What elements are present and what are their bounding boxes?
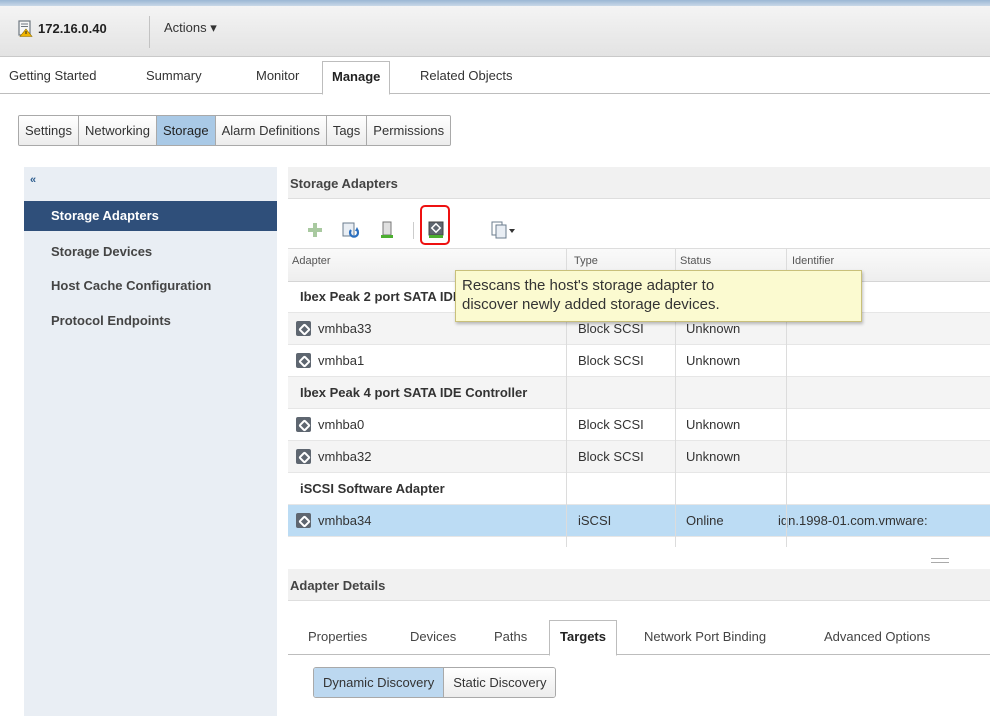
subtab-alarm-definitions[interactable]: Alarm Definitions (215, 116, 327, 145)
adapter-name: vmhba33 (318, 321, 372, 336)
adapter-type: Block SCSI (578, 417, 644, 432)
table-row[interactable]: vmhba0 Block SCSI Unknown (288, 409, 990, 441)
adapter-identifier: iqn.1998-01.com.vmware: (778, 513, 928, 528)
adapter-details-tabs: Properties Devices Paths Targets Network… (288, 618, 990, 656)
table-row-selected[interactable]: vmhba34 iSCSI Online iqn.1998-01.com.vmw… (288, 505, 990, 537)
storage-adapters-heading: Storage Adapters (288, 167, 990, 199)
adapter-name: vmhba1 (318, 353, 365, 368)
adapter-name: vmhba34 (318, 513, 372, 528)
tab-properties[interactable]: Properties (308, 629, 367, 644)
actions-menu[interactable]: Actions ▾ (164, 20, 217, 36)
tooltip-line-2: discover newly added storage devices. (462, 296, 720, 313)
adapter-details-heading: Adapter Details (288, 569, 990, 601)
static-discovery-button[interactable]: Static Discovery (444, 668, 556, 697)
sidebar-item-protocol-endpoints[interactable]: Protocol Endpoints (24, 306, 277, 336)
table-row[interactable]: vmhba1 Block SCSI Unknown (288, 345, 990, 377)
adapter-status: Unknown (686, 353, 741, 368)
dynamic-discovery-button[interactable]: Dynamic Discovery (314, 668, 445, 697)
group-row[interactable]: iSCSI Software Adapter (288, 473, 990, 505)
adapter-icon (296, 321, 311, 336)
tab-network-port-binding[interactable]: Network Port Binding (644, 629, 766, 644)
rescan-tooltip: Rescans the host's storage adapter to di… (455, 270, 862, 322)
sidebar-item-host-cache-configuration[interactable]: Host Cache Configuration (24, 271, 277, 301)
column-type[interactable]: Type (574, 255, 598, 267)
tab-related-objects[interactable]: Related Objects (420, 68, 513, 83)
group-row[interactable]: Ibex Peak 4 port SATA IDE Controller (288, 377, 990, 409)
host-warning-icon (18, 20, 33, 37)
subtab-networking[interactable]: Networking (78, 116, 158, 145)
tab-monitor[interactable]: Monitor (256, 68, 299, 83)
tooltip-line-1: Rescans the host's storage adapter to (462, 277, 715, 294)
storage-adapters-panel: Storage Adapters Adapter Type Status Ide… (288, 167, 990, 716)
adapter-name: vmhba32 (318, 449, 372, 464)
tab-summary[interactable]: Summary (146, 68, 202, 83)
adapter-icon (296, 513, 311, 528)
storage-sidebar: « Storage Adapters Storage Devices Host … (24, 167, 277, 716)
group-label: Ibex Peak 4 port SATA IDE Controller (300, 385, 528, 400)
adapter-icon (296, 449, 311, 464)
export-icon[interactable] (491, 221, 515, 239)
host-title: 172.16.0.40 (18, 20, 107, 37)
sidebar-item-storage-adapters[interactable]: Storage Adapters (24, 201, 277, 231)
column-status[interactable]: Status (680, 255, 711, 267)
tab-getting-started[interactable]: Getting Started (9, 68, 96, 83)
adapter-name: vmhba0 (318, 417, 365, 432)
add-adapter-icon[interactable] (306, 221, 324, 239)
toolbar-separator (413, 222, 414, 239)
table-row[interactable]: vmhba32 Block SCSI Unknown (288, 441, 990, 473)
title-separator (149, 16, 150, 48)
tab-manage[interactable]: Manage (322, 61, 391, 95)
object-title-bar: 172.16.0.40 Actions ▾ (0, 6, 990, 57)
adapter-status: Online (686, 513, 724, 528)
manage-subtabs: Settings Networking Storage Alarm Defini… (18, 115, 452, 146)
adapter-type: Block SCSI (578, 353, 644, 368)
adapter-icon (296, 353, 311, 368)
subtab-settings[interactable]: Settings (19, 116, 79, 145)
adapter-icon (296, 417, 311, 432)
collapse-sidebar-icon[interactable]: « (30, 174, 36, 186)
subtab-tags[interactable]: Tags (326, 116, 368, 145)
tab-paths[interactable]: Paths (494, 629, 527, 644)
adapters-toolbar (288, 215, 990, 245)
storage-adapter-icon[interactable] (378, 221, 396, 239)
group-label: iSCSI Software Adapter (300, 481, 445, 496)
column-adapter[interactable]: Adapter (292, 255, 331, 267)
host-name[interactable]: 172.16.0.40 (38, 21, 107, 36)
discovery-switch: Dynamic Discovery Static Discovery (313, 667, 557, 698)
tab-devices[interactable]: Devices (410, 629, 456, 644)
subtab-storage[interactable]: Storage (157, 116, 216, 145)
sidebar-item-storage-devices[interactable]: Storage Devices (24, 237, 277, 267)
tab-targets[interactable]: Targets (549, 620, 617, 656)
adapter-status: Unknown (686, 449, 741, 464)
subtab-permissions[interactable]: Permissions (367, 116, 451, 145)
main-tabs: Getting Started Summary Monitor Manage R… (0, 57, 990, 95)
refresh-icon[interactable] (342, 221, 360, 239)
adapter-type: iSCSI (578, 513, 612, 528)
tab-advanced-options[interactable]: Advanced Options (824, 629, 930, 644)
adapter-type: Block SCSI (578, 449, 644, 464)
rescan-highlight (420, 205, 450, 245)
adapter-status: Unknown (686, 417, 741, 432)
resize-handle[interactable] (931, 558, 949, 563)
column-identifier[interactable]: Identifier (792, 255, 834, 267)
